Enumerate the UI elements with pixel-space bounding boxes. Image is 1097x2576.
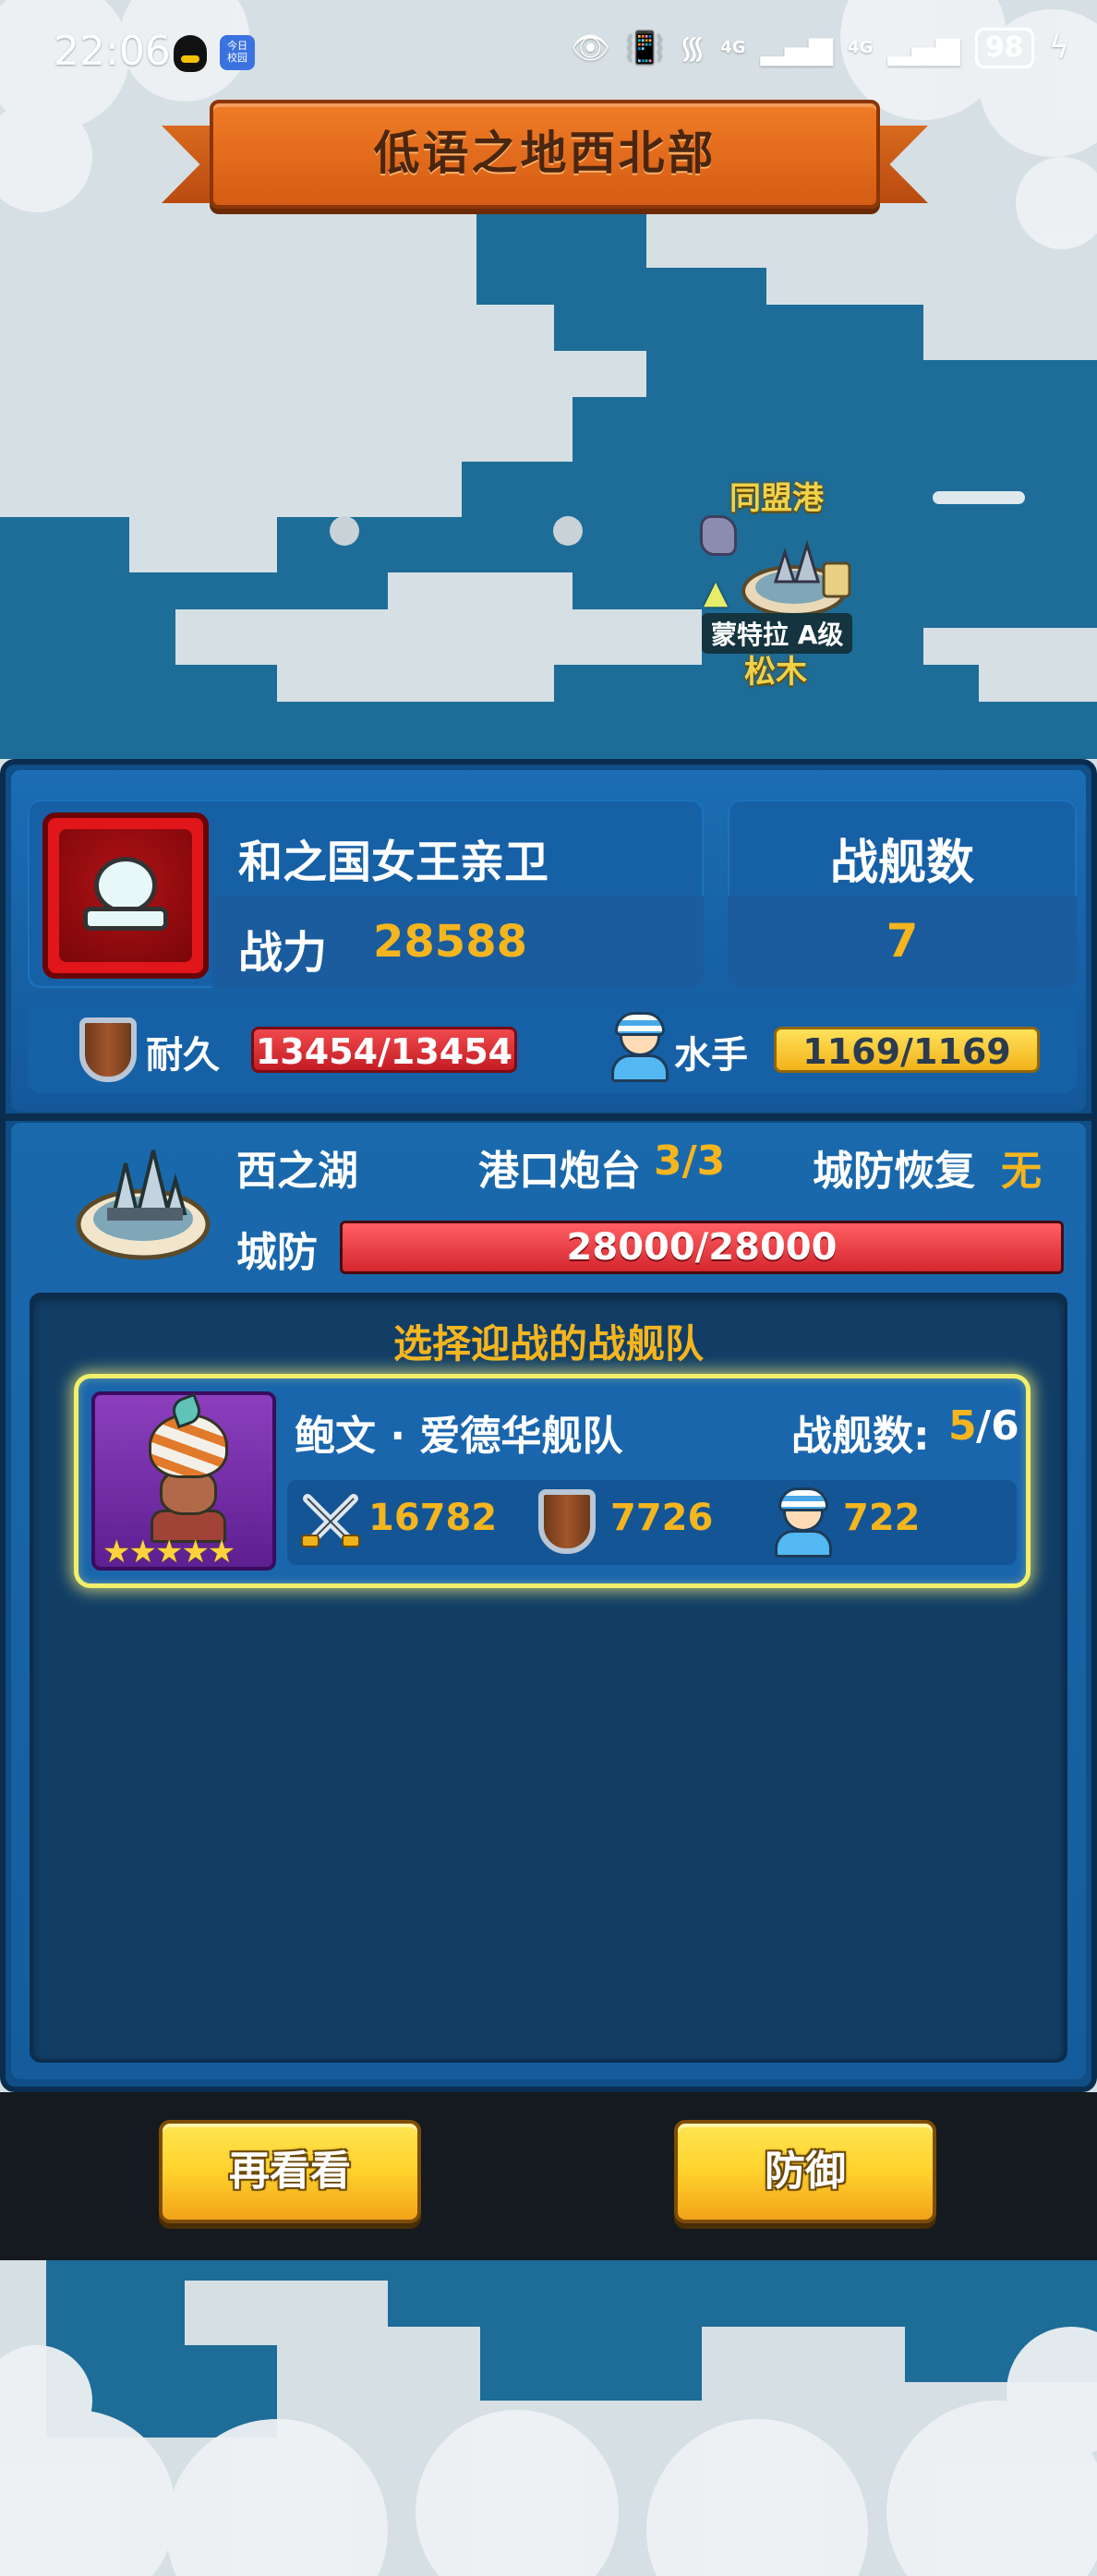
fleet-captain-portrait: ★★★★★ (91, 1391, 276, 1571)
status-time: 22:06 (54, 28, 171, 75)
defense-panel: 和之国女王亲卫 战力 28588 战舰数 7 耐久 13454/13454 水手… (0, 759, 1097, 2092)
look-again-button[interactable]: 再看看 (159, 2120, 421, 2223)
player-stats-strip: 耐久 13454/13454 水手 1169/1169 (28, 1005, 1077, 1093)
fleet-shield-icon (538, 1489, 596, 1554)
fleet-attack-value: 16782 (368, 1497, 498, 1539)
charging-icon: ϟ (1048, 30, 1069, 66)
action-bar: 再看看 防御 (0, 2092, 1097, 2260)
network-4g-1: 4G (720, 38, 746, 57)
region-banner: 低语之地西北部 (162, 100, 928, 214)
city-defense-bar: 28000/28000 (340, 1221, 1064, 1274)
region-title: 低语之地西北部 (373, 126, 717, 180)
map-rock-icon (700, 515, 737, 556)
port-battery-value: 3/3 (654, 1138, 726, 1185)
fleet-select-box: 选择迎战的战舰队 ★★★★★ 鲍文 · 爱德华舰队 战舰数: 5 /6 1678… (30, 1293, 1067, 2063)
battery-indicator: 98 (974, 28, 1034, 68)
fleet-ship-count-max: /6 (976, 1402, 1019, 1450)
port-battery-label: 港口炮台 (478, 1148, 641, 1195)
defense-recover-value: 无 (1001, 1148, 1042, 1195)
ships-card: 战舰数 7 (728, 800, 1077, 988)
fleet-sailor-icon (771, 1487, 836, 1558)
city-defense-label: 城防 (236, 1229, 318, 1276)
status-bar: 22:06 今日 校园 👁 📳 ᯾ 4G ▂▄▆ 4G ▂▄▆ 98 ϟ (0, 0, 1097, 102)
player-info-section: 和之国女王亲卫 战力 28588 战舰数 7 耐久 13454/13454 水手… (11, 770, 1086, 1112)
power-label: 战力 (238, 927, 328, 979)
avatar-placeholder (59, 829, 192, 962)
eye-icon: 👁 (570, 30, 610, 66)
news-app-icon: 今日 校园 (220, 35, 255, 70)
vibrate-icon: 📳 (625, 30, 665, 66)
city-fortress-icon (76, 1150, 211, 1260)
sailor-value: 1169/1169 (774, 1027, 1040, 1073)
ships-value: 7 (886, 914, 919, 968)
map-node-label[interactable]: 松木 (744, 646, 807, 692)
sailor-label: 水手 (674, 1034, 748, 1077)
defend-button[interactable]: 防御 (674, 2120, 936, 2223)
signal-icon-1: ▂▄▆ (760, 30, 834, 66)
swords-icon (301, 1494, 360, 1547)
fleet-ship-count-label: 战舰数: (791, 1413, 930, 1460)
avatar-body-icon (83, 907, 168, 931)
fleet-card[interactable]: ★★★★★ 鲍文 · 爱德华舰队 战舰数: 5 /6 16782 7726 72… (74, 1374, 1031, 1588)
map-port-label[interactable]: 同盟港 (729, 473, 824, 518)
fleet-sailor-value: 722 (843, 1497, 921, 1539)
avatar[interactable] (42, 813, 209, 979)
wifi-icon: ᯾ (679, 30, 706, 66)
fleet-select-title: 选择迎战的战舰队 (392, 1321, 704, 1366)
player-name: 和之国女王亲卫 (238, 837, 549, 888)
avatar-head-icon (94, 857, 157, 914)
map-fortress-icon[interactable] (739, 536, 859, 619)
city-defense-value: 28000/28000 (566, 1226, 838, 1269)
durability-label: 耐久 (146, 1034, 220, 1077)
map-triangle-icon: ▲ (704, 574, 729, 611)
qq-icon (174, 35, 207, 72)
ships-label: 战舰数 (829, 836, 974, 891)
network-4g-2: 4G (848, 38, 874, 57)
player-card: 和之国女王亲卫 战力 28588 (28, 800, 704, 988)
status-icons: 👁 📳 ᯾ 4G ▂▄▆ 4G ▂▄▆ 98 ϟ (571, 28, 1069, 68)
city-name: 西之湖 (236, 1148, 358, 1195)
fleet-defense-value: 7726 (610, 1497, 714, 1539)
city-section: 西之湖 港口炮台 3/3 城防恢复 无 城防 28000/28000 选择迎战的… (11, 1123, 1086, 2079)
power-value: 28588 (373, 916, 527, 968)
signal-icon-2: ▂▄▆ (887, 30, 960, 66)
fleet-stats-row: 16782 7726 722 (287, 1480, 1017, 1565)
shield-icon (79, 1017, 137, 1082)
captain-stars: ★★★★★ (102, 1534, 235, 1571)
section-divider (6, 1113, 1091, 1121)
defense-recover-label: 城防恢复 (813, 1148, 975, 1195)
fleet-name: 鲍文 · 爱德华舰队 (295, 1413, 623, 1460)
fleet-ship-count-current: 5 (948, 1402, 977, 1450)
sailor-icon (608, 1012, 672, 1082)
durability-value: 13454/13454 (251, 1027, 517, 1073)
